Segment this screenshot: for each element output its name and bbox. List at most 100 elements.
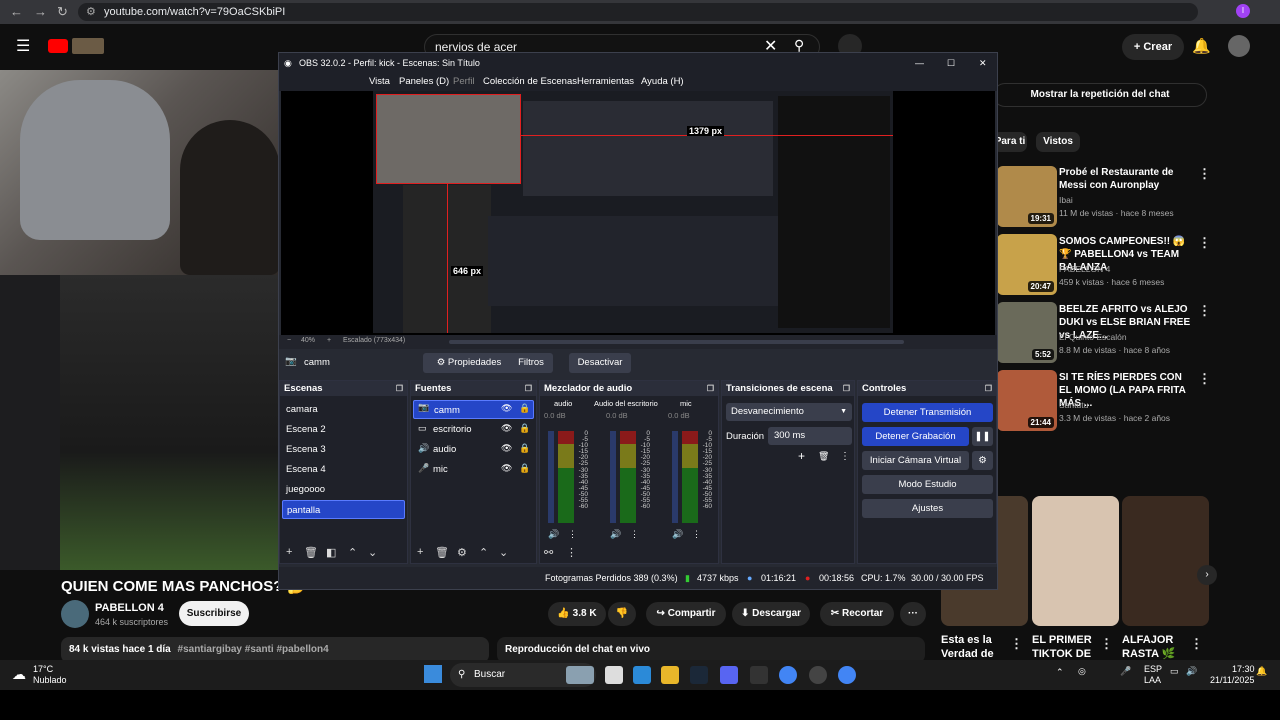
taskbar-app-icon[interactable] [566, 666, 594, 684]
volume-icon[interactable]: 🔊 [1186, 666, 1197, 677]
like-button[interactable]: 👍 3.8 K [548, 602, 606, 626]
source-item[interactable]: escritorio [413, 420, 536, 439]
chip-vistos[interactable]: Vistos [1036, 132, 1080, 152]
recommendation-channel[interactable]: Ibai [1059, 195, 1073, 205]
filters-button[interactable]: Filtros [509, 353, 553, 373]
menu-paneles[interactable]: Paneles (D) [399, 76, 449, 87]
dock-menu-icon[interactable]: ❐ [985, 381, 992, 396]
scene-item[interactable]: Escena 4 [282, 460, 405, 479]
more-icon[interactable]: ⋮ [1190, 636, 1203, 652]
address-bar[interactable]: ⚙ youtube.com/watch?v=79OaCSKbiPI [78, 3, 1198, 21]
more-icon[interactable]: ⋮ [1010, 636, 1023, 652]
more-icon[interactable]: ⋮ [1100, 636, 1113, 652]
recommendation-thumbnail[interactable]: 5:52 [997, 302, 1057, 363]
more-icon[interactable]: ⋮ [692, 529, 701, 540]
transition-select[interactable]: Desvanecimiento ▼ [726, 403, 852, 421]
show-chat-replay-button[interactable]: Mostrar la repetición del chat [993, 83, 1207, 107]
network-icon[interactable]: ▭ [1170, 666, 1179, 677]
properties-button[interactable]: ⚙ Propiedades [423, 353, 515, 373]
share-button[interactable]: ↪ Compartir [646, 602, 726, 626]
add-icon[interactable]: + [798, 449, 805, 463]
speaker-icon[interactable]: 🔊 [548, 529, 559, 540]
subscribe-button[interactable]: Suscribirse [179, 601, 249, 626]
volume-slider[interactable] [548, 431, 554, 523]
recommendation-thumbnail[interactable]: 19:31 [997, 166, 1057, 227]
visibility-eye-icon[interactable]: 👁 [501, 423, 512, 434]
scene-item[interactable]: Escena 3 [282, 440, 405, 459]
pause-recording-icon[interactable]: ❚❚ [972, 427, 993, 446]
obs-titlebar[interactable]: ◉ OBS 32.0.2 - Perfil: kick - Escenas: S… [279, 53, 997, 73]
clock-time[interactable]: 17:30 [1232, 664, 1255, 674]
chevron-up-icon[interactable]: ⌃ [1056, 667, 1064, 678]
add-icon[interactable]: + [286, 546, 292, 558]
trash-icon[interactable]: 🗑 [304, 546, 318, 559]
move-up-icon[interactable]: ⌃ [479, 546, 488, 559]
volume-slider[interactable] [610, 431, 616, 523]
preview-canvas[interactable]: 1379 px 646 px [373, 91, 893, 333]
filter-icon[interactable]: ◧ [326, 546, 336, 559]
channel-name[interactable]: PABELLON 4 [95, 602, 164, 614]
recommendation-channel[interactable]: Santutu [1059, 400, 1088, 410]
trash-icon[interactable]: 🗑 [818, 451, 829, 462]
taskview-icon[interactable] [605, 666, 623, 684]
recommendation-channel[interactable]: PABELLON 4 [1059, 264, 1110, 274]
edge-icon[interactable] [633, 666, 651, 684]
more-icon[interactable]: ⋮ [840, 451, 850, 462]
more-icon[interactable]: ⋮ [1198, 166, 1211, 182]
more-icon[interactable]: ⋮ [568, 529, 577, 540]
clock-date[interactable]: 21/11/2025 [1210, 675, 1254, 685]
create-button[interactable]: + Crear [1122, 34, 1184, 60]
channel-avatar[interactable] [61, 600, 89, 628]
epic-games-icon[interactable] [750, 666, 768, 684]
short-thumbnail[interactable] [1122, 496, 1209, 626]
more-icon[interactable]: ⋮ [1198, 235, 1211, 251]
site-info-icon[interactable]: ⚙ [86, 3, 96, 21]
description-tags[interactable]: #santiargibay #santi #pabellon4 [178, 644, 329, 655]
move-down-icon[interactable]: ⌄ [499, 546, 508, 559]
obs-window[interactable]: ◉ OBS 32.0.2 - Perfil: kick - Escenas: S… [278, 52, 998, 590]
menu-vista[interactable]: Vista [369, 76, 390, 87]
notification-bell-icon[interactable]: 🔔 [1256, 666, 1267, 677]
visibility-eye-icon[interactable]: 👁 [501, 403, 512, 414]
scene-item[interactable]: camara [282, 400, 405, 419]
notifications-icon[interactable]: 🔔 [1192, 37, 1211, 55]
link-icon[interactable]: ⚯ [544, 546, 553, 559]
menu-coleccion[interactable]: Colección de Escenas [483, 76, 577, 87]
visibility-eye-icon[interactable]: 👁 [501, 443, 512, 454]
chrome-icon[interactable] [779, 666, 797, 684]
settings-button[interactable]: Ajustes [862, 499, 993, 518]
volume-slider[interactable] [672, 431, 678, 523]
minimize-icon[interactable]: — [915, 53, 924, 73]
recommendation-thumbnail[interactable]: 20:47 [997, 234, 1057, 295]
lang-2[interactable]: LAA [1144, 675, 1161, 685]
trash-icon[interactable]: 🗑 [435, 546, 449, 559]
forward-icon[interactable]: → [34, 4, 47, 19]
add-icon[interactable]: + [417, 546, 423, 558]
close-icon[interactable]: ✕ [979, 53, 987, 73]
clip-button[interactable]: ✂ Recortar [820, 602, 894, 626]
more-actions-button[interactable]: ··· [900, 602, 926, 626]
dock-menu-icon[interactable]: ❐ [396, 381, 403, 396]
stop-streaming-button[interactable]: Detener Transmisión [862, 403, 993, 422]
doodle-logo[interactable] [72, 38, 104, 54]
more-icon[interactable]: ⋮ [630, 529, 639, 540]
dock-menu-icon[interactable]: ❐ [707, 381, 714, 396]
source-item[interactable]: audio [413, 440, 536, 459]
source-item[interactable]: mic [413, 460, 536, 479]
menu-herramientas[interactable]: Herramientas [577, 76, 634, 87]
windows-start-icon[interactable] [424, 665, 442, 683]
selected-source-box[interactable] [376, 94, 521, 184]
move-down-icon[interactable]: ⌄ [368, 546, 377, 559]
chrome-profile-icon[interactable] [838, 666, 856, 684]
visibility-eye-icon[interactable]: 👁 [501, 463, 512, 474]
disable-button[interactable]: Desactivar [569, 353, 631, 373]
preview-scrollbar[interactable] [449, 340, 904, 344]
lock-icon[interactable]: 🔒 [519, 463, 530, 474]
weather-desc[interactable]: Nublado [33, 675, 67, 685]
recommendation-channel[interactable]: El Quinto Escalón [1059, 332, 1127, 342]
youtube-logo-icon[interactable] [48, 39, 68, 53]
source-item-selected[interactable]: camm [413, 400, 534, 419]
download-button[interactable]: ⬇ Descargar [732, 602, 810, 626]
zoom-in-icon[interactable]: + [327, 337, 331, 344]
back-icon[interactable]: ← [10, 4, 23, 19]
